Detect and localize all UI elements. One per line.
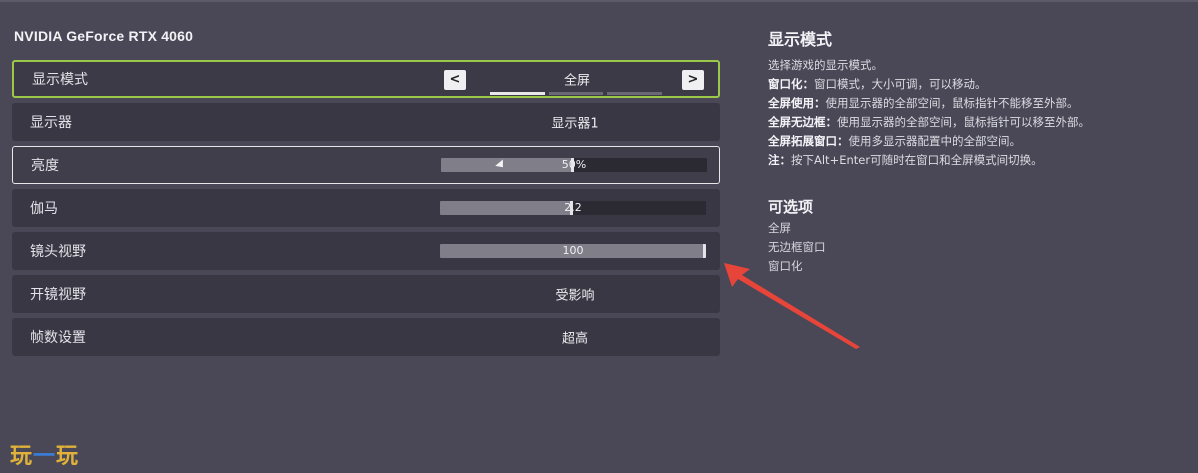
setting-row-monitor[interactable]: 显示器 显示器1 <box>12 103 720 141</box>
setting-row-display-mode[interactable]: 显示模式 < 全屏 > <box>12 60 720 98</box>
ads-fov-value: 受影响 <box>555 288 595 304</box>
option-page-indicator <box>490 92 663 95</box>
gpu-name: NVIDIA GeForce RTX 4060 <box>14 28 194 44</box>
page-dot <box>548 92 604 95</box>
slider-value: 100 <box>562 244 584 257</box>
slider-value: 2.2 <box>564 201 582 214</box>
page-dot <box>607 92 663 95</box>
slider-value: 50% <box>561 158 587 171</box>
setting-row-brightness[interactable]: 亮度 50% <box>12 146 720 184</box>
fov-slider[interactable]: 100 <box>440 244 706 258</box>
description-intro: 选择游戏的显示模式。 <box>768 58 883 72</box>
brightness-slider[interactable]: 50% <box>441 158 707 172</box>
top-divider <box>0 0 1198 2</box>
description-line: 窗口化：窗口模式，大小可调，可以移动。 <box>768 77 987 91</box>
setting-label: 亮度 <box>31 158 59 174</box>
description-title: 显示模式 <box>768 30 833 49</box>
watermark-logo: 玩一玩 <box>10 444 80 469</box>
options-title: 可选项 <box>768 198 814 216</box>
setting-label: 显示器 <box>30 115 72 131</box>
setting-row-fps[interactable]: 帧数设置 超高 <box>12 318 720 356</box>
description-panel: 显示模式 选择游戏的显示模式。 窗口化：窗口模式，大小可调，可以移动。 全屏使用… <box>768 26 1188 276</box>
description-line: 全屏使用：使用显示器的全部空间，鼠标指针不能移至外部。 <box>768 96 1079 110</box>
settings-list: 显示模式 < 全屏 > 显示器 显示器1 亮度 50% 伽马 2.2 镜头视野 <box>12 60 720 361</box>
page-dot <box>490 92 545 95</box>
option-item: 全屏 <box>768 221 791 235</box>
setting-row-gamma[interactable]: 伽马 2.2 <box>12 189 720 227</box>
description-line: 注：按下Alt+Enter可随时在窗口和全屏模式间切换。 <box>768 153 1043 167</box>
setting-label: 镜头视野 <box>30 244 86 260</box>
setting-row-fov[interactable]: 镜头视野 100 <box>12 232 720 270</box>
display-mode-value: 全屏 <box>563 73 590 89</box>
setting-label: 显示模式 <box>32 72 88 88</box>
setting-row-ads-fov[interactable]: 开镜视野 受影响 <box>12 275 720 313</box>
setting-label: 帧数设置 <box>30 330 86 346</box>
setting-label: 伽马 <box>30 201 58 217</box>
annotation-arrow-icon <box>724 263 860 349</box>
monitor-value: 显示器1 <box>551 116 599 132</box>
fps-value: 超高 <box>561 331 588 347</box>
description-line: 全屏无边框：使用显示器的全部空间，鼠标指针可以移至外部。 <box>768 115 1090 129</box>
gamma-slider[interactable]: 2.2 <box>440 201 706 215</box>
setting-label: 开镜视野 <box>30 287 86 303</box>
description-line: 全屏拓展窗口：使用多显示器配置中的全部空间。 <box>768 134 1021 148</box>
next-option-button[interactable]: > <box>682 70 704 90</box>
